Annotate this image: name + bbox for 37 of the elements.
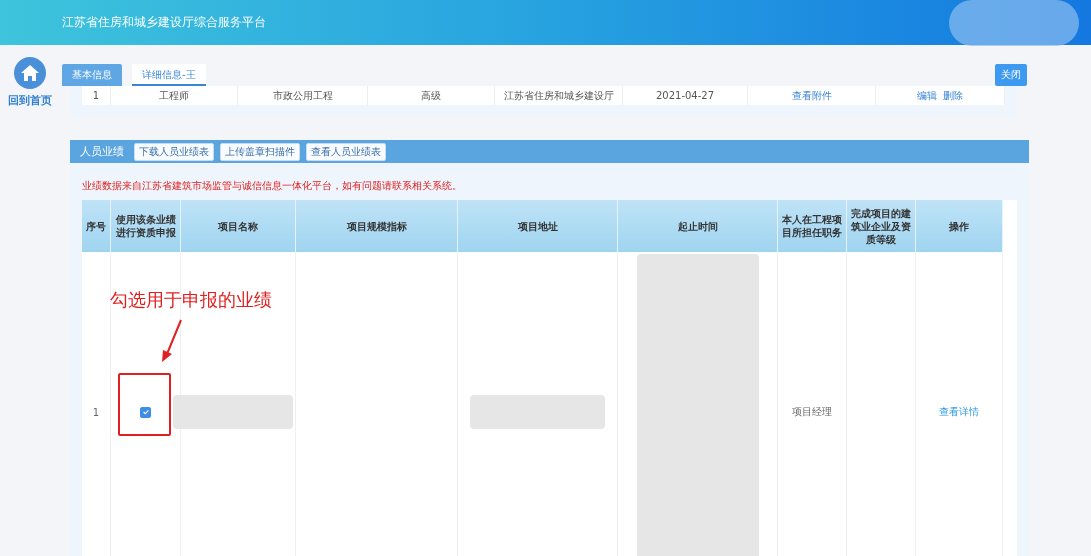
toolbar-button[interactable]: 上传盖章扫描件 <box>220 142 300 161</box>
table-cell: 高级 <box>368 86 495 105</box>
checkmark-icon <box>141 408 150 416</box>
column-header: 序号 <box>82 200 111 252</box>
tab[interactable]: 详细信息-王 <box>132 64 206 86</box>
toolbar-button[interactable]: 下载人员业绩表 <box>134 142 214 161</box>
section-title: 人员业绩 <box>80 144 124 159</box>
table-cell: 市政公用工程 <box>238 86 368 105</box>
column-header: 项目名称 <box>181 200 296 252</box>
column-header: 项目规模指标 <box>296 200 458 252</box>
view-details-link[interactable]: 查看详情 <box>939 405 979 419</box>
annotation-arrow <box>160 318 184 364</box>
column-header: 操作 <box>916 200 1003 252</box>
action-link[interactable]: 编辑 <box>917 88 937 103</box>
table-cell: 工程师 <box>111 86 238 105</box>
column-header: 本人在工程项目所担任职务 <box>778 200 847 252</box>
view-attachment-link[interactable]: 查看附件 <box>791 88 832 103</box>
table-cell: 2021-04-27 <box>623 86 748 105</box>
table-cell: 1 <box>82 86 111 105</box>
notice-text: 业绩数据来自江苏省建筑市场监管与诚信信息一体化平台，如有问题请联系相关系统。 <box>82 179 463 193</box>
home-icon[interactable] <box>14 57 46 89</box>
platform-title: 江苏省住房和城乡建设厅综合服务平台 <box>62 14 266 31</box>
column-header: 起止时间 <box>618 200 778 252</box>
action-link[interactable]: 删除 <box>943 88 963 103</box>
column-header: 完成项目的建筑业企业及资质等级 <box>847 200 916 252</box>
column-header: 使用该条业绩进行资质申报 <box>111 200 181 252</box>
table-cell: 1 <box>82 252 111 556</box>
highlight-frame <box>118 373 171 436</box>
tab[interactable]: 基本信息 <box>62 64 122 86</box>
home-link[interactable]: 回到首页 <box>8 93 52 108</box>
toolbar-button[interactable]: 查看人员业绩表 <box>306 142 386 161</box>
column-header: 项目地址 <box>458 200 618 252</box>
annotation-text: 勾选用于申报的业绩 <box>110 288 272 312</box>
checkbox[interactable] <box>140 406 151 418</box>
table-cell: 项目经理 <box>778 252 847 556</box>
close-button[interactable]: 关闭 <box>995 64 1027 86</box>
table-cell: 江苏省住房和城乡建设厅 <box>495 86 623 105</box>
